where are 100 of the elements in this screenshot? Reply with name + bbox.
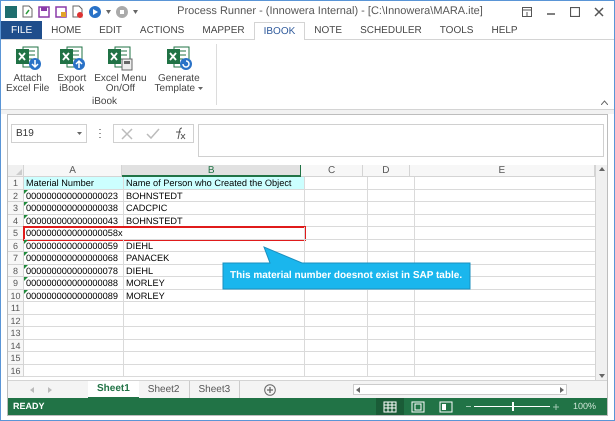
table-cell bbox=[368, 190, 415, 202]
collapse-ribbon-icon[interactable] bbox=[601, 100, 608, 105]
table-cell: 000000000000000059 bbox=[24, 240, 124, 252]
row-number[interactable]: 10 bbox=[8, 290, 24, 302]
table-cell: 000000000000000088 bbox=[24, 277, 124, 290]
column-header[interactable]: B bbox=[122, 165, 302, 177]
row-number[interactable]: 1 bbox=[8, 177, 24, 190]
close-file-icon[interactable] bbox=[72, 5, 84, 18]
table-cell bbox=[305, 352, 368, 364]
ribbon-button[interactable]: Excel Menu On/Off bbox=[92, 44, 149, 94]
table-cell bbox=[305, 177, 368, 190]
row-number[interactable]: 13 bbox=[8, 327, 24, 340]
table-cell: BOHNSTEDT bbox=[124, 190, 305, 202]
table-cell bbox=[368, 177, 415, 190]
zoom-in-icon[interactable] bbox=[552, 404, 559, 410]
row-number[interactable]: 9 bbox=[8, 277, 24, 290]
row-number[interactable]: 2 bbox=[8, 190, 24, 202]
row-number[interactable]: 8 bbox=[8, 264, 24, 277]
scroll-right-icon[interactable] bbox=[560, 386, 564, 392]
caret-icon bbox=[198, 86, 204, 90]
table-cell bbox=[368, 352, 415, 364]
table-cell: 000000000000000078 bbox=[24, 264, 124, 277]
formula-field[interactable] bbox=[198, 124, 604, 157]
row-number[interactable]: 3 bbox=[8, 202, 24, 214]
ribbon-tab[interactable]: HOME bbox=[42, 21, 90, 39]
close-icon[interactable] bbox=[594, 6, 604, 16]
error-flag-icon bbox=[24, 290, 28, 294]
error-flag-icon bbox=[24, 214, 28, 218]
row-number[interactable]: 14 bbox=[8, 340, 24, 352]
table-cell: 000000000000000038 bbox=[24, 202, 124, 214]
ribbon-tab[interactable]: EDIT bbox=[90, 21, 131, 39]
ribbon-tab[interactable]: NOTE bbox=[305, 21, 352, 39]
window-title: Process Runner - (Innowera Internal) - [C:\Innowera\MARA.ite] bbox=[177, 4, 483, 20]
error-flag-icon bbox=[24, 240, 28, 244]
customize-arrow-icon[interactable] bbox=[133, 10, 138, 14]
file-tab[interactable]: FILE bbox=[1, 21, 42, 39]
table-cell: 000000000000000023 bbox=[24, 190, 124, 202]
status-text: READY bbox=[13, 400, 45, 413]
table-cell bbox=[305, 364, 368, 377]
row-number[interactable]: 7 bbox=[8, 252, 24, 264]
play-icon[interactable] bbox=[89, 6, 101, 18]
row-number[interactable]: 4 bbox=[8, 214, 24, 227]
ribbon-tab[interactable]: HELP bbox=[482, 21, 527, 39]
table-cell bbox=[305, 202, 368, 214]
column-header[interactable]: C bbox=[301, 165, 364, 177]
scroll-left-icon[interactable] bbox=[356, 386, 360, 392]
column-header[interactable]: D bbox=[363, 165, 410, 177]
view-button[interactable] bbox=[376, 398, 404, 415]
horizontal-scrollbar[interactable] bbox=[353, 384, 567, 395]
table-cell: BOHNSTEDT bbox=[124, 214, 305, 227]
dropdown-arrow-icon[interactable] bbox=[106, 10, 111, 14]
table-cell: 000000000000000058x bbox=[24, 227, 124, 240]
error-flag-icon bbox=[24, 277, 28, 281]
row-number[interactable]: 6 bbox=[8, 240, 24, 252]
table-cell bbox=[305, 190, 368, 202]
table-cell bbox=[368, 327, 415, 340]
ribbon-button[interactable]: Generate Template bbox=[152, 44, 206, 94]
table-cell bbox=[368, 202, 415, 214]
excel-file-icon bbox=[14, 44, 42, 72]
ribbon-tab[interactable]: MAPPER bbox=[193, 21, 254, 39]
name-box[interactable]: B19 bbox=[11, 124, 87, 143]
table-cell: 000000000000000043 bbox=[24, 214, 124, 227]
zoom-level[interactable]: 100% bbox=[572, 400, 596, 414]
maximize-icon[interactable] bbox=[570, 6, 580, 16]
ribbon-tab[interactable]: SCHEDULER bbox=[351, 21, 431, 39]
ribbon-button[interactable]: Attach Excel File bbox=[4, 44, 52, 94]
column-header[interactable]: E bbox=[410, 165, 595, 177]
table-cell: 000000000000000068 bbox=[24, 252, 124, 264]
save-icon[interactable] bbox=[38, 6, 50, 18]
grid-icon bbox=[382, 400, 397, 412]
row-number[interactable]: 5 bbox=[8, 227, 24, 240]
table-cell: CADCPIC bbox=[124, 202, 305, 214]
row-number[interactable]: 12 bbox=[8, 314, 24, 327]
column-header[interactable]: A bbox=[24, 165, 122, 177]
table-cell bbox=[368, 364, 415, 377]
table-cell: 000000000000000089 bbox=[24, 290, 124, 302]
scroll-down-icon[interactable] bbox=[598, 374, 604, 378]
row-number[interactable]: 11 bbox=[8, 302, 24, 314]
ribbon-tab[interactable]: ACTIONS bbox=[130, 21, 194, 39]
ribbon-tab[interactable]: IBOOK bbox=[254, 22, 306, 40]
ribbon-display-icon[interactable] bbox=[522, 6, 532, 16]
vertical-scrollbar[interactable] bbox=[595, 165, 607, 380]
new-file-icon[interactable] bbox=[22, 5, 33, 18]
scroll-up-icon[interactable] bbox=[598, 167, 604, 171]
error-flag-icon bbox=[24, 252, 28, 256]
ribbon-button[interactable]: Export iBook bbox=[55, 44, 88, 94]
row-number[interactable]: 15 bbox=[8, 352, 24, 364]
error-flag-icon bbox=[24, 264, 28, 268]
zoom-slider[interactable] bbox=[474, 402, 550, 411]
table-cell bbox=[368, 314, 415, 327]
page-break-icon bbox=[438, 400, 453, 412]
row-number[interactable]: 16 bbox=[8, 364, 24, 377]
table-cell bbox=[368, 340, 415, 352]
add-sheet-icon[interactable] bbox=[264, 384, 276, 396]
table-cell bbox=[305, 214, 368, 227]
sheet-tab[interactable]: Sheet1 bbox=[88, 380, 139, 398]
ribbon-tab[interactable]: TOOLS bbox=[430, 21, 482, 39]
table-cell bbox=[305, 327, 368, 340]
table-cell bbox=[305, 340, 368, 352]
save-as-icon[interactable] bbox=[55, 6, 67, 18]
